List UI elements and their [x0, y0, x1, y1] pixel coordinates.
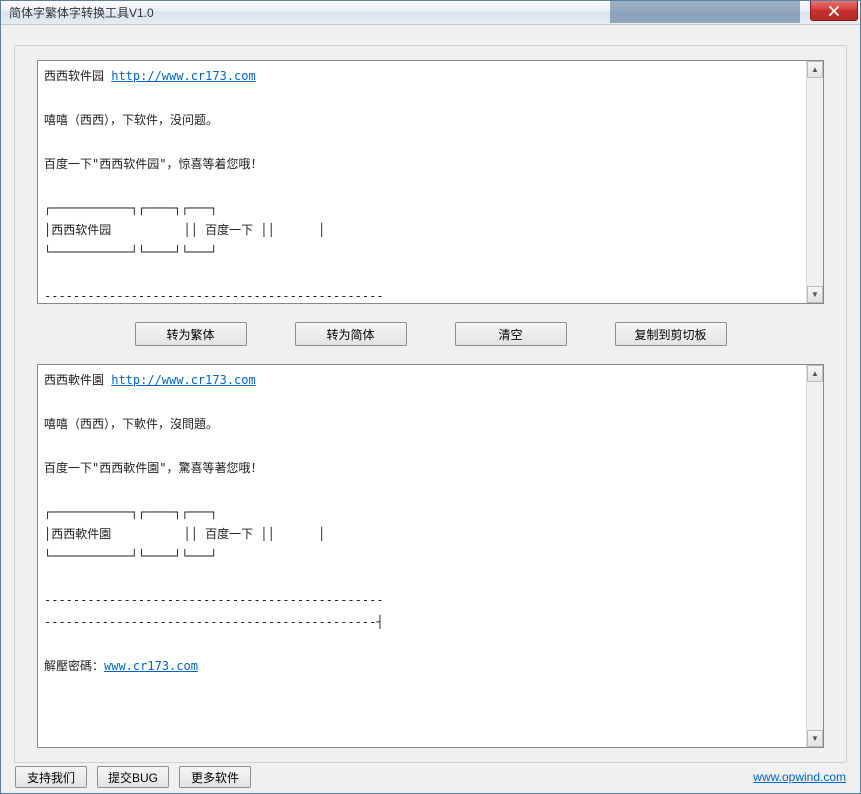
clear-button[interactable]: 清空: [455, 322, 567, 346]
output-url-2[interactable]: www.cr173.com: [104, 659, 198, 673]
submit-bug-button[interactable]: 提交BUG: [97, 766, 169, 788]
support-button[interactable]: 支持我们: [15, 766, 87, 788]
output-url-1[interactable]: http://www.cr173.com: [111, 373, 256, 387]
to-traditional-button[interactable]: 转为繁体: [135, 322, 247, 346]
input-url-1[interactable]: http://www.cr173.com: [111, 69, 256, 83]
vendor-link[interactable]: www.opwind.com: [753, 770, 846, 784]
scroll-up-icon[interactable]: ▲: [807, 61, 823, 78]
app-window: 简体字繁体字转换工具V1.0 西西软件园 http://www.cr173.co…: [0, 0, 861, 794]
titlebar-background-blur: [610, 1, 800, 23]
input-textarea[interactable]: 西西软件园 http://www.cr173.com 嘻嘻（西西），下软件，没问…: [38, 61, 806, 303]
scroll-down-icon[interactable]: ▼: [807, 286, 823, 303]
scroll-up-icon[interactable]: ▲: [807, 365, 823, 382]
title-bar: 简体字繁体字转换工具V1.0: [1, 1, 860, 25]
input-scrollbar[interactable]: ▲ ▼: [806, 61, 823, 303]
more-software-button[interactable]: 更多软件: [179, 766, 251, 788]
close-icon: [828, 6, 840, 16]
action-button-row: 转为繁体 转为简体 清空 复制到剪切板: [37, 322, 824, 348]
to-simplified-button[interactable]: 转为简体: [295, 322, 407, 346]
copy-clipboard-button[interactable]: 复制到剪切板: [615, 322, 727, 346]
window-title: 简体字繁体字转换工具V1.0: [9, 4, 154, 21]
input-textarea-container: 西西软件园 http://www.cr173.com 嘻嘻（西西），下软件，没问…: [37, 60, 824, 304]
scroll-down-icon[interactable]: ▼: [807, 730, 823, 747]
output-scrollbar[interactable]: ▲ ▼: [806, 365, 823, 747]
output-textarea-container: 西西軟件園 http://www.cr173.com 嘻嘻（西西），下軟件，沒問…: [37, 364, 824, 748]
close-button[interactable]: [810, 1, 858, 21]
footer-bar: 支持我们 提交BUG 更多软件 www.opwind.com: [15, 765, 846, 789]
client-area: 西西软件园 http://www.cr173.com 嘻嘻（西西），下软件，没问…: [1, 25, 860, 793]
output-textarea[interactable]: 西西軟件園 http://www.cr173.com 嘻嘻（西西），下軟件，沒問…: [38, 365, 806, 747]
main-groupbox: 西西软件园 http://www.cr173.com 嘻嘻（西西），下软件，没问…: [14, 45, 847, 763]
